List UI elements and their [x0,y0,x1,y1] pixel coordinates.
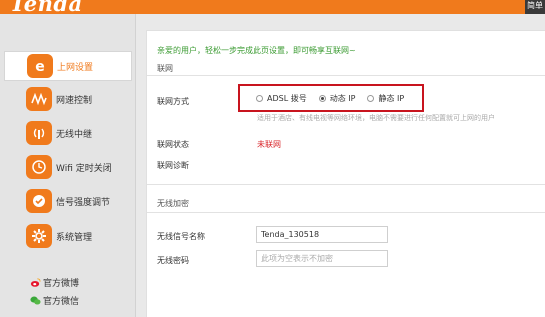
svg-text:e: e [35,59,45,74]
top-bar: Tenda 简单 [0,0,545,14]
gear-icon [26,224,52,248]
wechat-icon [30,295,41,306]
weibo-icon [30,277,41,288]
radio-dot [367,94,375,102]
divider [147,75,545,76]
top-right-button[interactable]: 简单 [525,0,545,14]
sidebar-item-label: Wifi 定时关闭 [56,163,112,174]
main-panel: 亲爱的用户，轻松一步完成此页设置，即可畅享互联网~ 联网 联网方式 ADSL 拨… [146,30,545,317]
sidebar-item-wireless-relay[interactable]: 无线中继 [4,118,132,148]
section-title-wireless: 无线加密 [157,199,189,208]
sidebar-item-label: 系统管理 [56,232,93,243]
password-input[interactable] [256,250,388,267]
radio-label: 静态 IP [378,93,405,103]
connection-mode-highlight: ADSL 拨号 动态 IP 静态 IP [238,84,424,112]
tenda-logo: Tenda [10,0,83,14]
sidebar-item-label: 信号强度调节 [56,197,111,208]
welcome-text: 亲爱的用户，轻松一步完成此页设置，即可畅享互联网~ [157,46,356,55]
divider [147,184,545,185]
social-label: 官方微信 [43,297,80,307]
sidebar-item-signal-strength[interactable]: 信号强度调节 [4,186,132,216]
divider [147,212,545,213]
radio-label: ADSL 拨号 [267,93,307,103]
connection-hint: 适用于酒店、有线电视等网络环境，电脑不需要进行任何配置就可上网的用户 [257,114,495,122]
radio-dot [318,94,326,102]
radio-static-ip[interactable]: 静态 IP [367,93,404,104]
radio-adsl[interactable]: ADSL 拨号 [256,93,307,104]
sidebar: e 上网设置 网速控制 无线中继 Wifi 定时关闭 信号强度调节 系统管理 官… [0,14,136,317]
radio-label: 动态 IP [329,93,356,103]
password-label: 无线密码 [157,256,189,265]
radio-dot [256,94,263,102]
connection-diagnosis-label[interactable]: 联网诊断 [157,160,189,171]
wireless-relay-icon [26,121,52,145]
ssid-input[interactable] [256,226,388,243]
speed-wave-icon [26,87,52,111]
connection-mode-label: 联网方式 [157,97,189,106]
signal-knob-icon [26,189,52,213]
social-label: 官方微博 [43,279,80,289]
sidebar-item-wifi-schedule[interactable]: Wifi 定时关闭 [4,152,132,182]
sidebar-item-label: 无线中继 [56,129,93,140]
connection-status-label: 联网状态 [157,140,189,149]
weibo-link[interactable]: 官方微博 [30,276,79,289]
sidebar-item-speed-control[interactable]: 网速控制 [4,84,132,114]
ssid-label: 无线信号名称 [157,232,205,241]
sidebar-item-label: 网速控制 [56,95,93,106]
clock-icon [26,155,52,179]
letter-e-icon: e [27,54,53,78]
sidebar-item-label: 上网设置 [57,62,94,73]
sidebar-item-system-management[interactable]: 系统管理 [4,221,132,251]
sidebar-item-internet-settings[interactable]: e 上网设置 [4,51,132,81]
section-title-network: 联网 [157,64,173,73]
connection-status-value: 未联网 [257,140,281,149]
radio-dynamic-ip[interactable]: 动态 IP [318,93,356,104]
wechat-link[interactable]: 官方微信 [30,294,79,307]
